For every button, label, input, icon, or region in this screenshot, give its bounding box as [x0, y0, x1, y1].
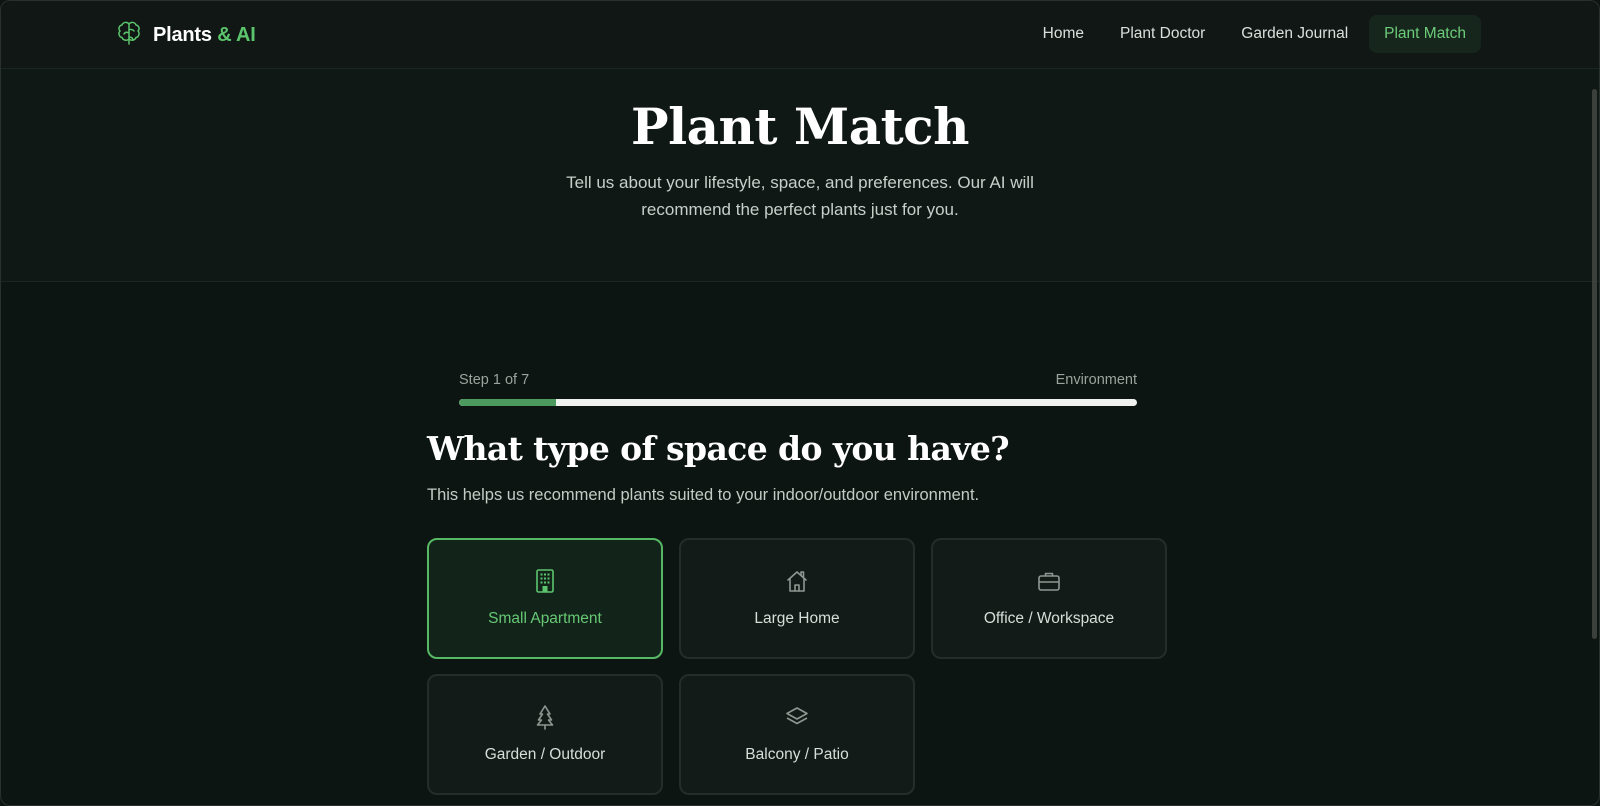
hero-section: Plant Match Tell us about your lifestyle… [1, 69, 1599, 282]
option-label: Large Home [754, 610, 840, 627]
app-window: Plants & AI Home Plant Doctor Garden Jou… [0, 0, 1600, 806]
tree-icon [533, 704, 557, 730]
option-small-apartment[interactable]: Small Apartment [427, 538, 663, 659]
step-counter: Step 1 of 7 [459, 372, 530, 388]
nav-garden-journal[interactable]: Garden Journal [1226, 15, 1363, 53]
step-header: Step 1 of 7 Environment [459, 372, 1137, 392]
nav-home[interactable]: Home [1028, 15, 1099, 53]
layers-icon [785, 704, 809, 730]
scrollbar-thumb[interactable] [1592, 89, 1597, 639]
question-help: This helps us recommend plants suited to… [427, 486, 980, 504]
progress-bar [459, 399, 1137, 406]
option-large-home[interactable]: Large Home [679, 538, 915, 659]
question-title: What type of space do you have? [427, 429, 1010, 468]
option-label: Office / Workspace [983, 610, 1115, 627]
briefcase-icon [1037, 568, 1061, 594]
progress-bar-fill [459, 399, 556, 406]
main-nav: Home Plant Doctor Garden Journal Plant M… [1028, 15, 1481, 53]
brand-name: Plants & AI [153, 23, 256, 46]
option-label: Balcony / Patio [745, 746, 849, 763]
brand-logo[interactable]: Plants & AI [115, 20, 256, 50]
step-name: Environment [1055, 372, 1137, 388]
option-office-workspace[interactable]: Office / Workspace [931, 538, 1167, 659]
nav-plant-match[interactable]: Plant Match [1369, 15, 1481, 53]
home-icon [785, 568, 809, 594]
page-subtitle: Tell us about your lifestyle, space, and… [566, 173, 1034, 219]
top-navbar: Plants & AI Home Plant Doctor Garden Jou… [1, 1, 1599, 69]
brain-leaf-icon [115, 19, 143, 52]
nav-plant-doctor[interactable]: Plant Doctor [1105, 15, 1220, 53]
option-balcony-patio[interactable]: Balcony / Patio [679, 674, 915, 795]
option-label: Garden / Outdoor [484, 746, 606, 763]
building-icon [533, 568, 557, 594]
option-label: Small Apartment [488, 610, 602, 627]
option-garden-outdoor[interactable]: Garden / Outdoor [427, 674, 663, 795]
page-title: Plant Match [631, 97, 969, 156]
